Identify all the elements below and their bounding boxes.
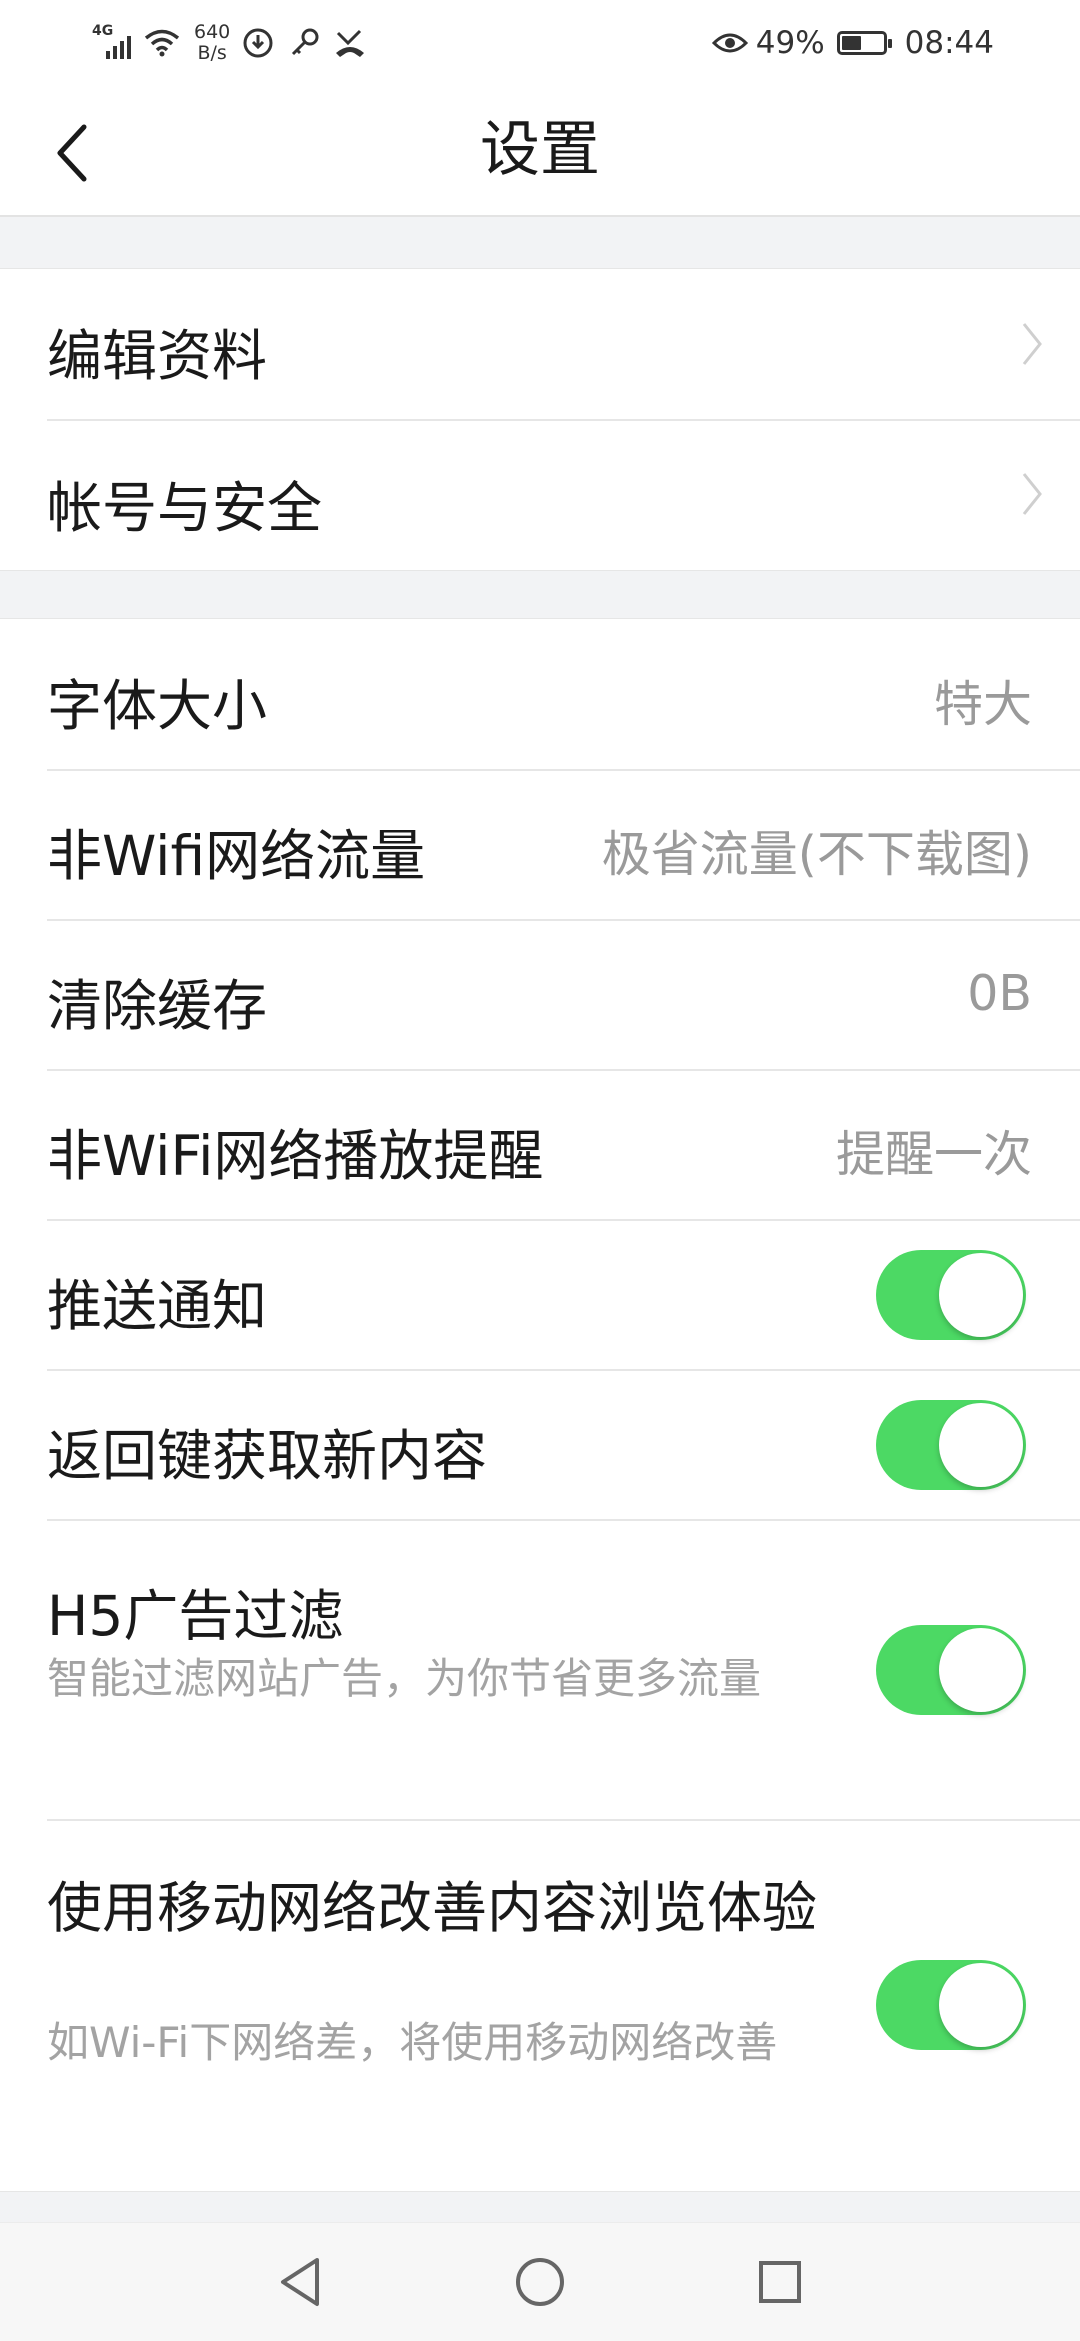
back-button[interactable] bbox=[40, 113, 104, 193]
mobile-assist-toggle[interactable] bbox=[876, 1960, 1026, 2050]
wifi-icon bbox=[144, 23, 180, 63]
network-speed: 640 B/s bbox=[194, 22, 230, 64]
mobile-data-item[interactable]: 非Wifi网络流量 极省流量(不下载图) bbox=[0, 771, 1080, 919]
account-group: 编辑资料 帐号与安全 bbox=[0, 268, 1080, 571]
preferences-group: 字体大小 特大 非Wifi网络流量 极省流量(不下载图) 清除缓存 0B 非Wi… bbox=[0, 618, 1080, 2192]
ad-filter-toggle[interactable] bbox=[876, 1625, 1026, 1715]
nav-recents-button[interactable] bbox=[745, 2247, 815, 2317]
ad-filter-item: H5广告过滤 智能过滤网站广告，为你节省更多流量 bbox=[0, 1521, 1080, 1819]
play-reminder-value: 提醒一次 bbox=[835, 1126, 1032, 1183]
chevron-left-icon bbox=[57, 124, 87, 182]
triangle-back-icon bbox=[281, 2258, 319, 2306]
data-saver-icon bbox=[240, 23, 276, 63]
speed-unit: B/s bbox=[197, 42, 227, 64]
back-refresh-label: 返回键获取新内容 bbox=[47, 1424, 488, 1488]
signal-icon: 4G bbox=[92, 23, 134, 63]
clock: 08:44 bbox=[904, 25, 994, 61]
mobile-data-value: 极省流量(不下载图) bbox=[601, 826, 1032, 883]
clear-cache-label: 清除缓存 bbox=[47, 974, 268, 1038]
battery-percent: 49% bbox=[755, 25, 825, 61]
account-security-item[interactable]: 帐号与安全 bbox=[0, 421, 1080, 571]
square-recents-icon bbox=[759, 2261, 801, 2303]
toggle-knob bbox=[939, 1253, 1023, 1337]
push-notification-label: 推送通知 bbox=[47, 1274, 268, 1338]
mobile-assist-label: 使用移动网络改善内容浏览体验 bbox=[47, 1876, 818, 1940]
clear-cache-item[interactable]: 清除缓存 0B bbox=[0, 921, 1080, 1069]
toggle-knob bbox=[939, 1963, 1023, 2047]
font-size-label: 字体大小 bbox=[47, 674, 268, 738]
nav-home-button[interactable] bbox=[505, 2247, 575, 2317]
title-bar: 设置 bbox=[0, 85, 1080, 217]
missed-call-icon bbox=[332, 23, 368, 63]
font-size-item[interactable]: 字体大小 特大 bbox=[0, 619, 1080, 769]
ad-filter-description: 智能过滤网站广告，为你节省更多流量 bbox=[47, 1654, 762, 1703]
push-notification-item: 推送通知 bbox=[0, 1221, 1080, 1369]
key-icon bbox=[286, 23, 322, 63]
push-notification-toggle[interactable] bbox=[876, 1250, 1026, 1340]
account-security-label: 帐号与安全 bbox=[47, 476, 323, 540]
nav-back-button[interactable] bbox=[265, 2247, 335, 2317]
chevron-right-icon bbox=[1022, 323, 1042, 365]
chevron-right-icon bbox=[1022, 473, 1042, 515]
play-reminder-item[interactable]: 非WiFi网络播放提醒 提醒一次 bbox=[0, 1071, 1080, 1219]
font-size-value: 特大 bbox=[933, 676, 1032, 733]
battery-icon bbox=[836, 31, 892, 55]
mobile-assist-description: 如Wi-Fi下网络差，将使用移动网络改善 bbox=[47, 2018, 778, 2067]
play-reminder-label: 非WiFi网络播放提醒 bbox=[47, 1124, 544, 1188]
mobile-assist-item: 使用移动网络改善内容浏览体验 如Wi-Fi下网络差，将使用移动网络改善 bbox=[0, 1821, 1080, 2191]
page-title: 设置 bbox=[480, 115, 600, 185]
back-refresh-toggle[interactable] bbox=[876, 1400, 1026, 1490]
back-refresh-item: 返回键获取新内容 bbox=[0, 1371, 1080, 1519]
speed-value: 640 bbox=[194, 21, 231, 43]
toggle-knob bbox=[939, 1628, 1023, 1712]
status-bar: 4G 640 B/s 49% 08:44 bbox=[0, 0, 1080, 85]
navigation-bar bbox=[0, 2222, 1080, 2341]
circle-home-icon bbox=[516, 2258, 564, 2306]
mobile-data-label: 非Wifi网络流量 bbox=[47, 824, 426, 888]
cache-size-value: 0B bbox=[967, 965, 1032, 1022]
toggle-knob bbox=[939, 1403, 1023, 1487]
edit-profile-item[interactable]: 编辑资料 bbox=[0, 269, 1080, 419]
ad-filter-label: H5广告过滤 bbox=[47, 1584, 344, 1648]
edit-profile-label: 编辑资料 bbox=[47, 324, 268, 388]
eye-comfort-icon bbox=[711, 23, 748, 63]
